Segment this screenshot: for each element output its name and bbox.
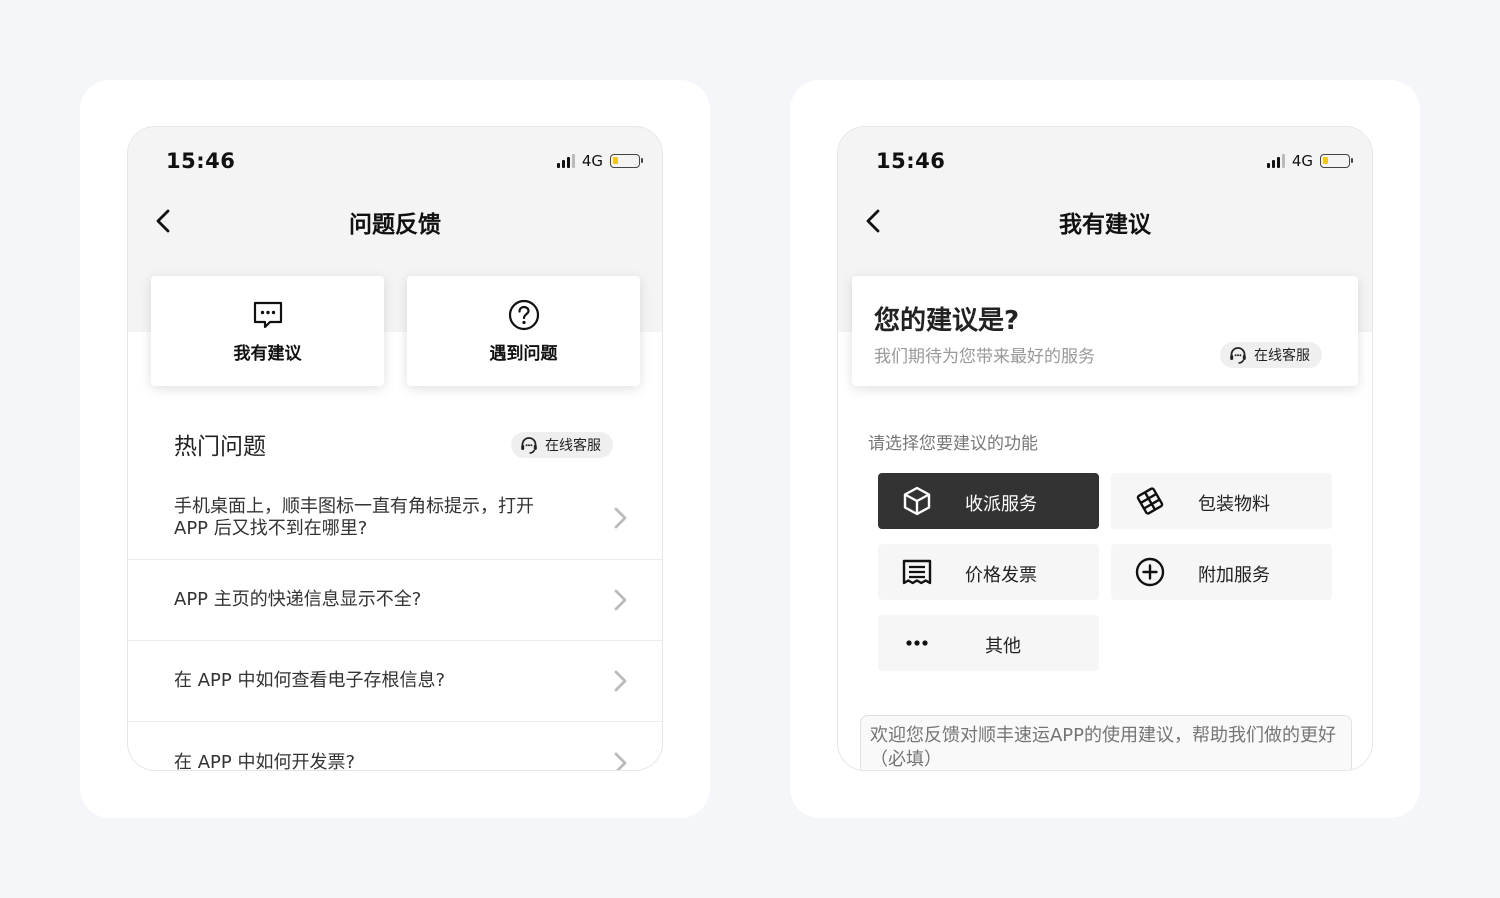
option-label: 价格发票 <box>965 565 1037 586</box>
hot-questions-title: 热门问题 <box>174 434 266 460</box>
chevron-right-icon <box>614 507 627 529</box>
phone-frame-feedback: 15:46 4G 问题反馈 我有建议 遇到问题 热门问题 在线客服 手机桌面上，… <box>127 126 663 771</box>
chevron-right-icon <box>614 670 627 692</box>
page-title: 我有建议 <box>1059 212 1151 238</box>
chat-bubble-icon <box>253 301 282 329</box>
page-title: 问题反馈 <box>349 212 441 238</box>
plus-circle-icon <box>1135 557 1165 587</box>
battery-icon <box>1320 154 1353 168</box>
suggestion-textarea[interactable] <box>860 715 1352 770</box>
option-other[interactable]: 其他 <box>878 615 1099 671</box>
option-price-invoice[interactable]: 价格发票 <box>878 544 1099 600</box>
signal-icon <box>556 154 575 168</box>
option-packaging[interactable]: 包装物料 <box>1111 473 1332 529</box>
package-box-icon <box>903 486 931 516</box>
option-additional-services[interactable]: 附加服务 <box>1111 544 1332 600</box>
option-pickup-delivery[interactable]: 收派服务 <box>878 473 1099 529</box>
suggestion-header-card: 您的建议是? 我们期待为您带来最好的服务 在线客服 <box>852 276 1358 386</box>
status-icons: 4G <box>1266 152 1353 170</box>
faq-item-text: 在 APP 中如何开发票? <box>174 751 356 771</box>
problem-tile[interactable]: 遇到问题 <box>407 276 640 386</box>
suggestion-subtitle: 我们期待为您带来最好的服务 <box>874 347 1095 367</box>
network-label: 4G <box>1291 152 1313 170</box>
headset-icon <box>521 437 537 454</box>
option-label: 包装物料 <box>1198 494 1270 515</box>
suggestion-question: 您的建议是? <box>874 306 1020 336</box>
packaging-icon <box>1136 487 1164 515</box>
feedback-screen-card: 15:46 4G 问题反馈 我有建议 遇到问题 热门问题 在线客服 手机桌面上，… <box>80 80 710 818</box>
faq-item[interactable]: 手机桌面上，顺丰图标一直有角标提示，打开 APP 后又找不到在哪里? <box>128 477 662 560</box>
chevron-right-icon <box>614 752 627 770</box>
status-bar: 15:46 4G <box>838 127 1372 191</box>
problem-tile-label: 遇到问题 <box>489 344 558 364</box>
status-bar: 15:46 4G <box>128 127 662 191</box>
status-time: 15:46 <box>166 149 236 173</box>
battery-icon <box>610 154 643 168</box>
online-service-button[interactable]: 在线客服 <box>511 432 613 458</box>
section-label: 请选择您要建议的功能 <box>868 434 1038 454</box>
option-label: 收派服务 <box>965 494 1037 515</box>
faq-item[interactable]: APP 主页的快递信息显示不全? <box>128 560 662 641</box>
status-icons: 4G <box>556 152 643 170</box>
receipt-icon <box>902 559 932 585</box>
faq-item-text: 手机桌面上，顺丰图标一直有角标提示，打开 APP 后又找不到在哪里? <box>174 496 534 539</box>
suggestion-tile[interactable]: 我有建议 <box>151 276 384 386</box>
phone-frame-suggestion: 15:46 4G 我有建议 您的建议是? 我们期待为您带来最好的服务 在线客服 … <box>837 126 1373 771</box>
faq-item[interactable]: 在 APP 中如何开发票? <box>128 722 662 771</box>
network-label: 4G <box>581 152 603 170</box>
headset-icon <box>1230 347 1246 364</box>
more-dots-icon <box>906 640 928 646</box>
online-service-button[interactable]: 在线客服 <box>1220 342 1322 368</box>
faq-item[interactable]: 在 APP 中如何查看电子存根信息? <box>128 641 662 722</box>
signal-icon <box>1266 154 1285 168</box>
suggestion-screen-card: 15:46 4G 我有建议 您的建议是? 我们期待为您带来最好的服务 在线客服 … <box>790 80 1420 818</box>
question-circle-icon <box>508 299 539 331</box>
suggestion-tile-label: 我有建议 <box>233 344 302 364</box>
nav-bar: 我有建议 <box>838 191 1372 251</box>
faq-item-text: 在 APP 中如何查看电子存根信息? <box>174 670 446 691</box>
online-service-label: 在线客服 <box>545 438 601 454</box>
faq-list: 手机桌面上，顺丰图标一直有角标提示，打开 APP 后又找不到在哪里? APP 主… <box>128 477 662 771</box>
option-label: 附加服务 <box>1198 565 1270 586</box>
option-label: 其他 <box>985 636 1021 657</box>
status-time: 15:46 <box>876 149 946 173</box>
faq-item-text: APP 主页的快递信息显示不全? <box>174 589 422 610</box>
chevron-right-icon <box>614 589 627 611</box>
online-service-label: 在线客服 <box>1254 348 1310 364</box>
nav-bar: 问题反馈 <box>128 191 662 251</box>
